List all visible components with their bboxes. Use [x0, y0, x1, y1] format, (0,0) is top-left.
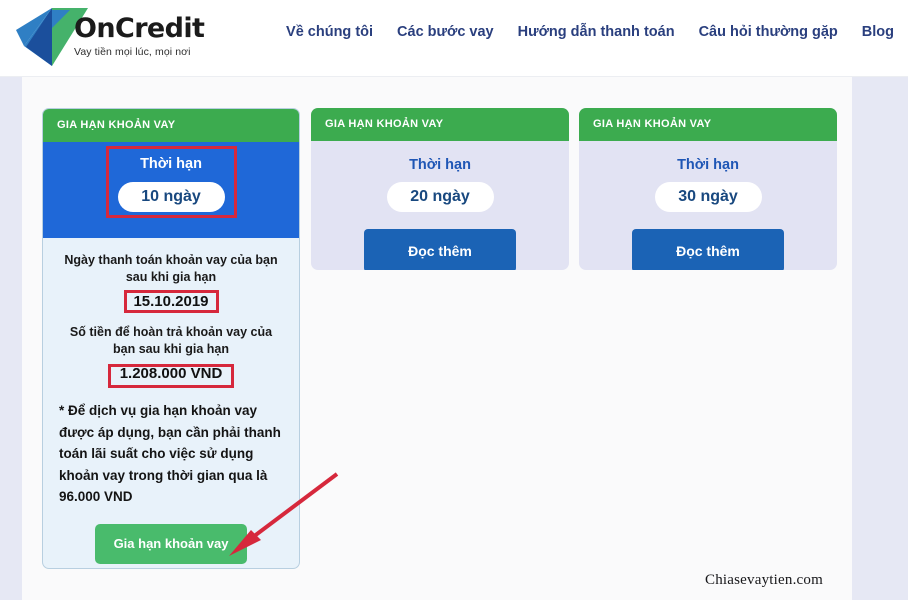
nav-item-cau-hoi-thuong-gap[interactable]: Câu hỏi thường gặp: [699, 22, 838, 42]
term-label: Thời hạn: [409, 157, 471, 173]
nav-item-cac-buoc-vay[interactable]: Các bước vay: [397, 22, 494, 42]
loan-extension-card-10-days[interactable]: GIA HẠN KHOẢN VAY Thời hạn 10 ngày Ngày …: [42, 108, 300, 569]
repayment-date-label: Ngày thanh toán khoản vay của bạn sau kh…: [64, 253, 278, 284]
term-value-pill: 30 ngày: [654, 182, 762, 212]
loan-extension-cards: GIA HẠN KHOẢN VAY Thời hạn 10 ngày Ngày …: [0, 77, 908, 600]
logo-tagline: Vay tiền mọi lúc, mọi nơi: [74, 46, 191, 58]
site-header: OnCredit Vay tiền mọi lúc, mọi nơi Về ch…: [0, 0, 908, 77]
site-logo[interactable]: OnCredit Vay tiền mọi lúc, mọi nơi: [14, 4, 205, 70]
logo-name: OnCredit: [74, 13, 205, 44]
main-navigation: Về chúng tôi Các bước vay Hướng dẫn than…: [286, 22, 894, 42]
term-label: Thời hạn: [677, 157, 739, 173]
nav-item-blog[interactable]: Blog: [862, 22, 894, 42]
term-value-pill: 10 ngày: [117, 182, 225, 212]
repayment-date-row: 15.10.2019: [59, 291, 283, 312]
card-body: Ngày thanh toán khoản vay của bạn sau kh…: [43, 238, 299, 564]
card-header-title: GIA HẠN KHOẢN VAY: [43, 109, 299, 142]
loan-extension-card-20-days[interactable]: GIA HẠN KHOẢN VAY Thời hạn 20 ngày Đọc t…: [311, 108, 569, 270]
card-header-title: GIA HẠN KHOẢN VAY: [579, 108, 837, 141]
read-more-button[interactable]: Đọc thêm: [364, 229, 516, 270]
repayment-amount-value: 1.208.000 VND: [119, 365, 223, 382]
nav-item-huong-dan-thanh-toan[interactable]: Hướng dẫn thanh toán: [518, 22, 675, 42]
interest-note: * Để dịch vụ gia hạn khoản vay được áp d…: [59, 403, 281, 504]
repayment-date-value: 15.10.2019: [133, 293, 209, 310]
read-more-button[interactable]: Đọc thêm: [632, 229, 784, 270]
nav-item-ve-chung-toi[interactable]: Về chúng tôi: [286, 22, 373, 42]
repayment-amount-label: Số tiền để hoàn trả khoản vay của bạn sa…: [69, 325, 273, 356]
card-header-title: GIA HẠN KHOẢN VAY: [311, 108, 569, 141]
logo-text-block: OnCredit Vay tiền mọi lúc, mọi nơi: [74, 14, 214, 59]
repayment-amount-row: 1.208.000 VND: [59, 363, 283, 384]
loan-extension-card-30-days[interactable]: GIA HẠN KHOẢN VAY Thời hạn 30 ngày Đọc t…: [579, 108, 837, 270]
watermark: Chiasevaytien.com: [705, 572, 823, 588]
extend-loan-button[interactable]: Gia hạn khoản vay: [95, 523, 247, 564]
card-term-panel: Thời hạn 10 ngày: [43, 142, 299, 238]
term-value-pill: 20 ngày: [386, 182, 494, 212]
term-label: Thời hạn: [140, 156, 202, 172]
